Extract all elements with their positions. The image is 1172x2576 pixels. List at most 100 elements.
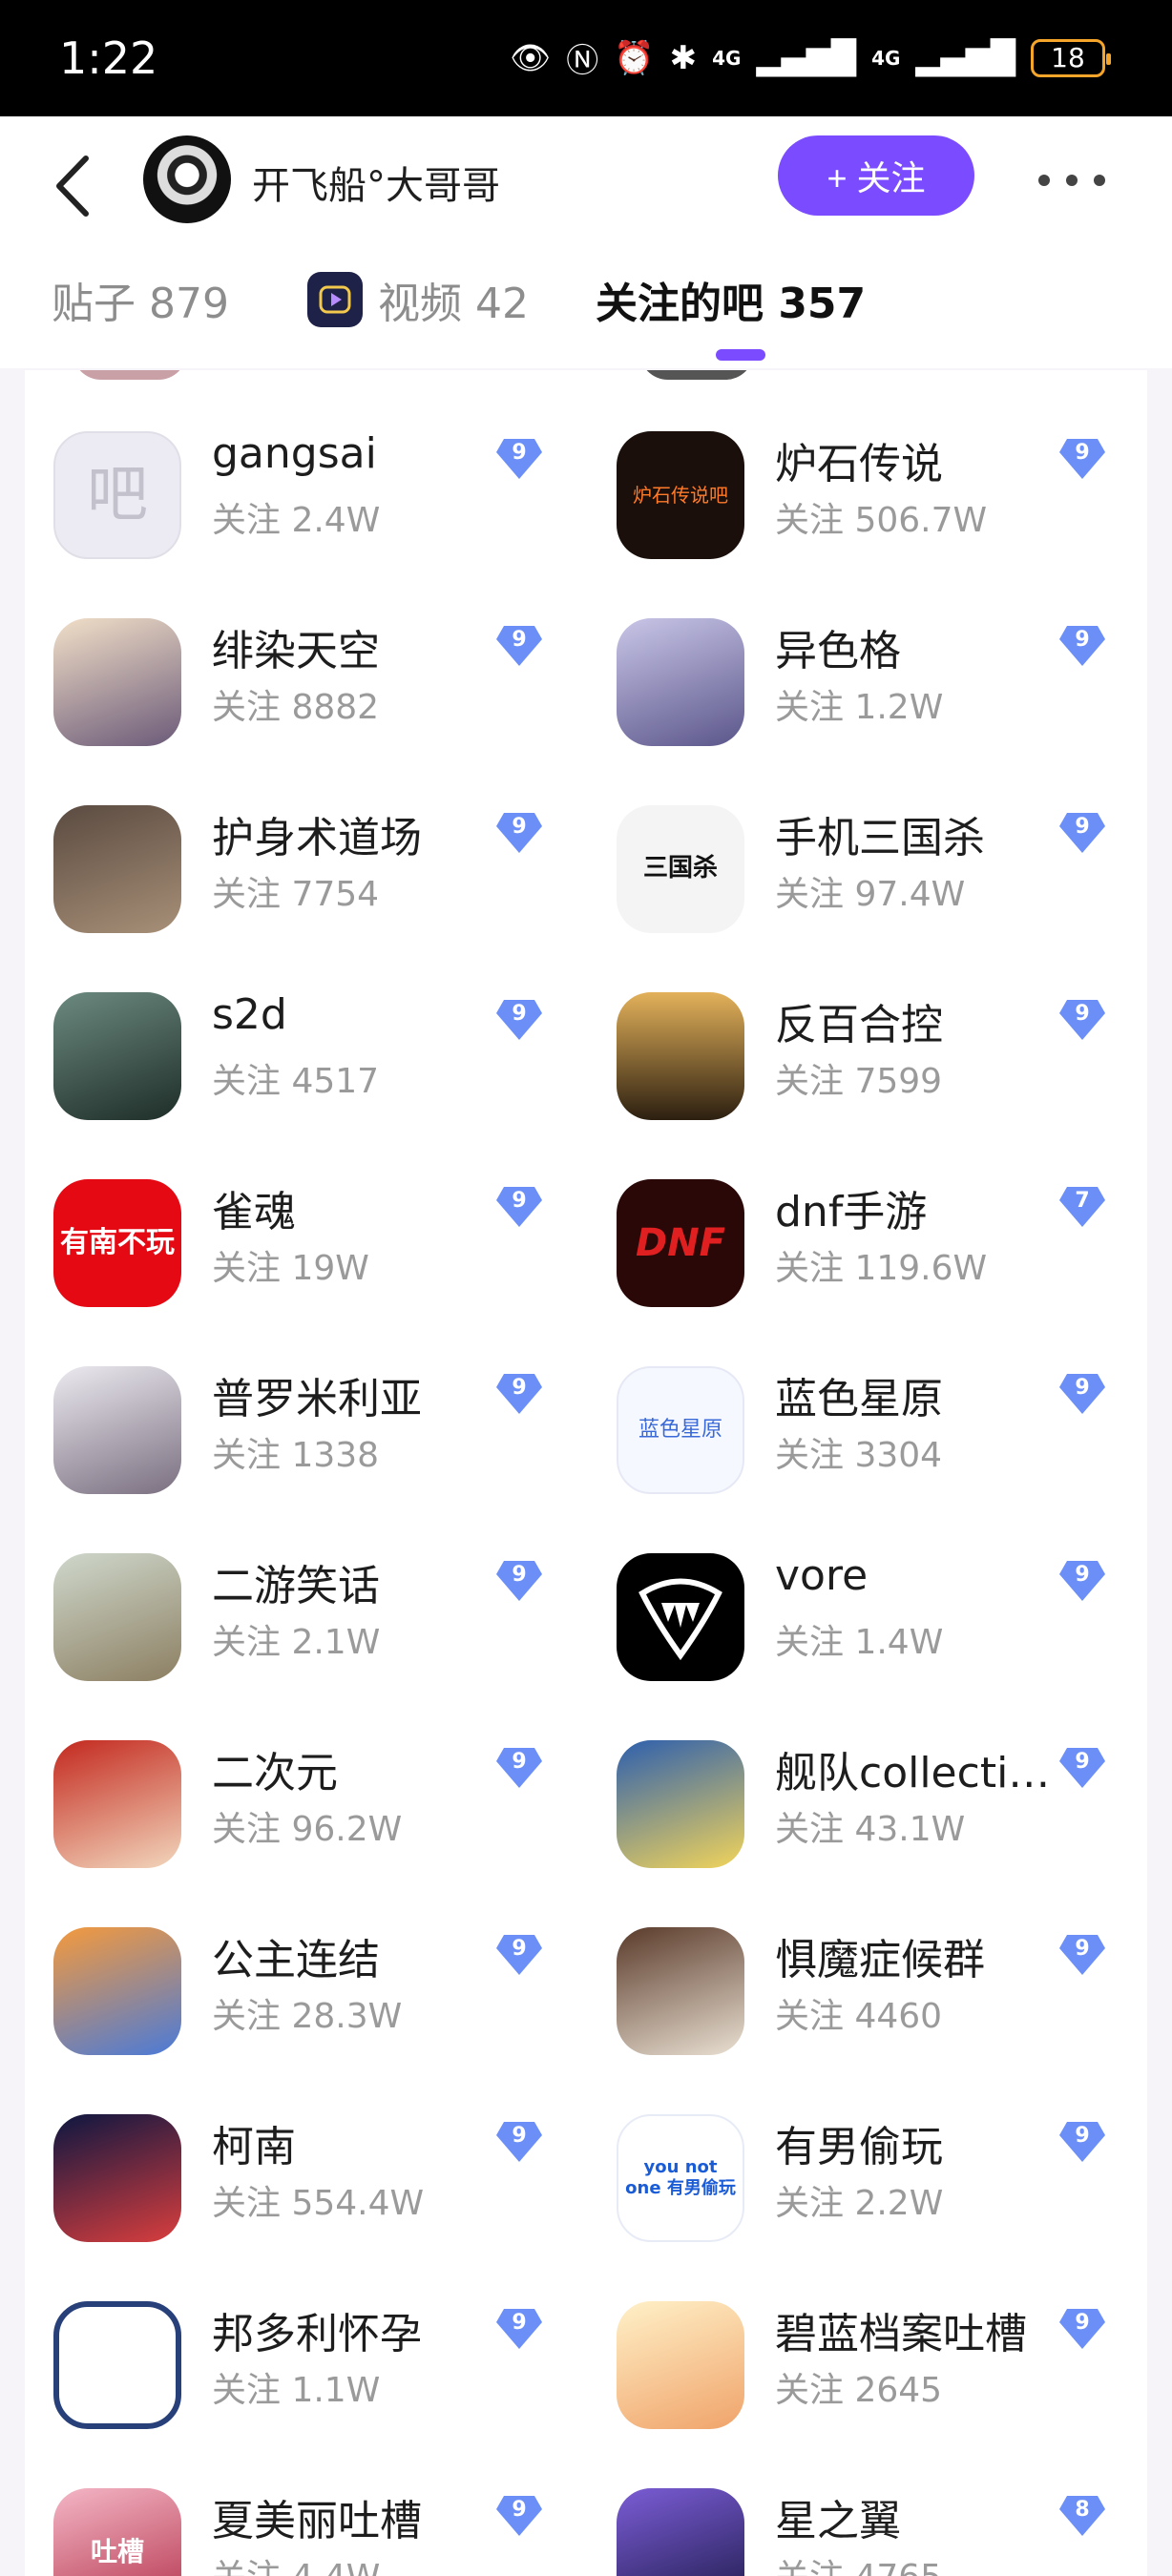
signal-bars-icon-2: ▂▄▆█: [915, 38, 1015, 77]
forum-item[interactable]: 蓝色星原 蓝色星原 关注 3304 9: [588, 1347, 1122, 1500]
forum-item[interactable]: 普罗米利亚 关注 1338 9: [25, 1347, 559, 1500]
level-badge-icon: 9: [1057, 1929, 1107, 1979]
forum-name: 夏美丽吐槽: [212, 2497, 422, 2545]
tab-videos[interactable]: 视频 42: [307, 269, 529, 330]
forum-name: 碧蓝档案吐槽: [775, 2310, 1027, 2358]
forum-item[interactable]: 反百合控 关注 7599 9: [588, 973, 1122, 1126]
forum-item[interactable]: 星之翼关注 4765 8: [588, 2469, 1122, 2576]
forum-followers: 关注 96.2W: [212, 1810, 403, 1849]
level-badge-icon: 9: [1057, 2303, 1107, 2353]
forum-item[interactable]: 三国杀 手机三国杀 关注 97.4W 9: [588, 786, 1122, 939]
battery-icon: 18: [1031, 38, 1111, 77]
forum-item[interactable]: 护身术道场 关注 7754 9: [25, 786, 559, 939]
username: 开飞船°大哥哥: [252, 164, 500, 208]
forum-item[interactable]: vore 关注 1.4W 9: [588, 1534, 1122, 1687]
level-number: 8: [1075, 2498, 1090, 2522]
forum-item[interactable]: 邦多利怀孕 关注 1.1W 9: [25, 2282, 559, 2435]
forum-followers: 关注 19W: [212, 1249, 369, 1288]
forum-item[interactable]: s2d 关注 4517 9: [25, 973, 559, 1126]
follow-button[interactable]: + 关注: [778, 135, 974, 216]
level-number: 9: [512, 2311, 527, 2335]
profile-header: 开飞船°大哥哥 + 关注 贴子 879 视频 42 关注的吧 357: [0, 116, 1172, 368]
level-number: 9: [512, 628, 527, 652]
forum-name: 雀魂: [212, 1188, 296, 1236]
level-badge-icon: 9: [494, 2303, 544, 2353]
tab-followed-forums[interactable]: 关注的吧 357: [596, 269, 866, 330]
avatar[interactable]: [143, 135, 231, 223]
status-icons: 👁 Ⓝ ⏰ ✱ 4G ▂▄▆█ 4G ▂▄▆█ 18: [510, 34, 1111, 81]
forum-name: 护身术道场: [212, 814, 422, 862]
followed-forums-list: 吧 gangsai 关注 2.4W 9 炉石传说吧 炉石传说 关注 506.7W 9 绯染天空关…: [25, 370, 1147, 2576]
forum-item[interactable]: 异色格关注 1.2W 9: [588, 599, 1122, 752]
level-number: 9: [1075, 441, 1090, 465]
forum-name: gangsai: [212, 429, 377, 478]
forum-item[interactable]: 碧蓝档案吐槽 关注 2645 9: [588, 2282, 1122, 2435]
level-badge-icon: 9: [494, 1929, 544, 1979]
forum-name: 公主连结: [212, 1936, 380, 1984]
forum-item[interactable]: 二次元 关注 96.2W 9: [25, 1721, 559, 1874]
forum-followers: 关注 119.6W: [775, 1249, 988, 1288]
level-badge-icon: 9: [494, 433, 544, 483]
forum-item[interactable]: you not one 有男偷玩 有男偷玩 关注 2.2W 9: [588, 2095, 1122, 2248]
more-options-icon[interactable]: [1038, 166, 1105, 195]
tab-posts[interactable]: 贴子 879: [52, 269, 229, 330]
level-badge-icon: 7: [1057, 1181, 1107, 1231]
level-number: 9: [512, 441, 527, 465]
forum-name: 普罗米利亚: [212, 1375, 422, 1423]
forum-name: 手机三国杀: [775, 814, 985, 862]
status-bar: 1:22 👁 Ⓝ ⏰ ✱ 4G ▂▄▆█ 4G ▂▄▆█ 18: [0, 0, 1172, 116]
signal-4g-icon-1: 4G: [712, 46, 742, 70]
forum-followers: 关注 3304: [775, 1436, 943, 1475]
level-badge-icon: 9: [1057, 1555, 1107, 1605]
level-badge-icon: 9: [494, 807, 544, 857]
forum-item[interactable]: 二游笑话 关注 2.1W 9: [25, 1534, 559, 1687]
forum-name: dnf手游: [775, 1188, 928, 1236]
forum-icon: [53, 1927, 181, 2055]
forum-item[interactable]: 吐槽 夏美丽吐槽关注 4.4W 9: [25, 2469, 559, 2576]
level-number: 9: [512, 1189, 527, 1213]
level-number: 9: [1075, 1002, 1090, 1026]
forum-icon-text: 蓝色星原: [638, 1417, 722, 1442]
back-arrow-icon[interactable]: [50, 153, 97, 219]
forum-name: 异色格: [775, 627, 901, 675]
forum-item[interactable]: 舰队collecti… 关注 43.1W 9: [588, 1721, 1122, 1874]
level-badge-icon: 9: [1057, 620, 1107, 670]
level-number: 9: [1075, 1937, 1090, 1961]
level-number: 9: [1075, 815, 1090, 839]
forum-followers: 关注 1.1W: [212, 2371, 381, 2410]
tab-videos-label: 视频 42: [378, 280, 529, 328]
forum-followers: 关注 2.2W: [775, 2184, 944, 2223]
vore-fangs-icon: [638, 1578, 722, 1661]
forum-item[interactable]: 有南不玩 雀魂 关注 19W 9: [25, 1160, 559, 1313]
forum-item[interactable]: 绯染天空 关注 8882 9: [25, 599, 559, 752]
alarm-icon: ⏰: [614, 38, 655, 77]
forum-name: 星之翼: [775, 2497, 901, 2545]
active-tab-indicator: [716, 349, 765, 361]
profile-tabs: 贴子 879 视频 42 关注的吧 357: [0, 269, 1172, 345]
partial-icon-top-right: [639, 370, 754, 380]
forum-icon: [617, 618, 744, 746]
forum-icon: you not one 有男偷玩: [617, 2114, 744, 2242]
forum-item[interactable]: 炉石传说吧 炉石传说 关注 506.7W 9: [588, 412, 1122, 565]
forum-item[interactable]: 柯南 关注 554.4W 9: [25, 2095, 559, 2248]
forum-icon-text: 三国杀: [642, 854, 718, 883]
eye-icon: 👁: [510, 38, 552, 77]
forum-icon: 蓝色星原: [617, 1366, 744, 1494]
forum-icon: [617, 2301, 744, 2429]
forum-icon-text: 炉石传说吧: [633, 484, 728, 507]
forum-followers: 关注 1.2W: [775, 688, 944, 727]
status-time: 1:22: [59, 32, 158, 84]
level-number: 9: [512, 815, 527, 839]
partial-icon-top-left: [73, 370, 187, 380]
forum-icon: [617, 2488, 744, 2576]
forum-item[interactable]: 惧魔症候群 关注 4460 9: [588, 1908, 1122, 2061]
level-number: 9: [512, 1563, 527, 1587]
forum-item[interactable]: DNF dnf手游 关注 119.6W 7: [588, 1160, 1122, 1313]
forum-item[interactable]: 公主连结 关注 28.3W 9: [25, 1908, 559, 2061]
forum-icon: [53, 1366, 181, 1494]
forum-followers: 关注 8882: [212, 688, 380, 727]
forum-item[interactable]: 吧 gangsai 关注 2.4W 9: [25, 412, 559, 565]
level-badge-icon: 9: [494, 1555, 544, 1605]
forum-followers: 关注 4517: [212, 1062, 380, 1101]
forum-followers: 关注 43.1W: [775, 1810, 966, 1849]
